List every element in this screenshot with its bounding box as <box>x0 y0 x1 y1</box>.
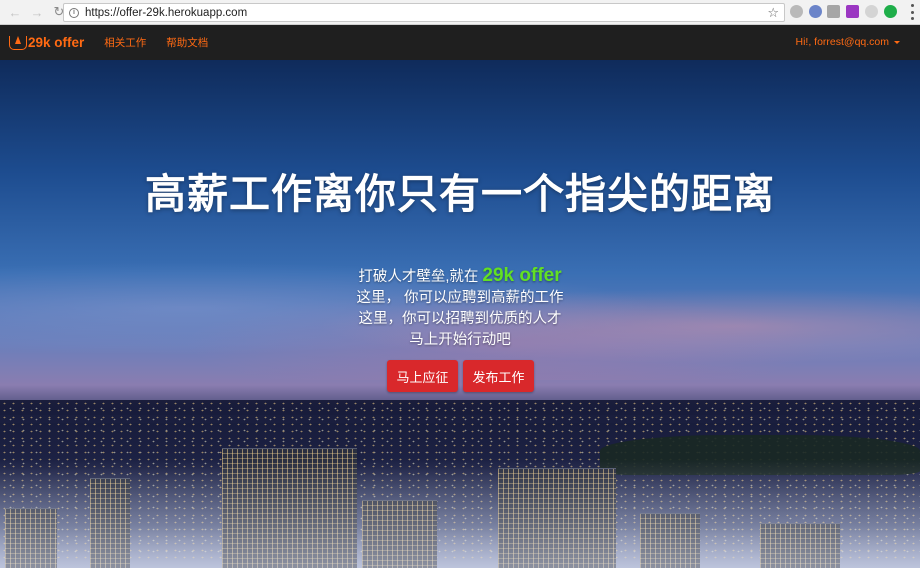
brand-name: 29k offer <box>28 35 85 50</box>
forward-arrow-icon[interactable]: → <box>28 3 46 21</box>
extension-icon[interactable] <box>809 5 822 18</box>
address-bar[interactable]: i https://offer-29k.herokuapp.com ☆ <box>63 3 785 22</box>
logo-icon <box>9 35 27 50</box>
extension-icon[interactable] <box>790 5 803 18</box>
nav-link-related-jobs[interactable]: 相关工作 <box>104 35 146 50</box>
back-arrow-icon[interactable]: ← <box>6 3 24 21</box>
hero-brand-accent: 29k offer <box>482 265 562 286</box>
post-job-button[interactable]: 发布工作 <box>463 360 534 392</box>
brand-logo[interactable]: 29k offer <box>9 35 84 50</box>
hero-section: 高薪工作离你只有一个指尖的距离 打破人才壁垒,就在 29k offer 这里， … <box>0 60 920 568</box>
browser-toolbar: ← → ↻ i https://offer-29k.herokuapp.com … <box>0 0 920 25</box>
user-menu[interactable]: Hi!, forrest@qq.com <box>795 36 900 48</box>
hero-line-3: 这里，你可以招聘到优质的人才 <box>358 311 562 327</box>
chevron-down-icon <box>894 40 900 44</box>
hero-line-1-text: 打破人才壁垒,就在 <box>358 269 479 285</box>
hero-line-1: 打破人才壁垒,就在 29k offer <box>0 265 920 288</box>
extension-icon[interactable] <box>865 5 878 18</box>
user-email: Hi!, forrest@qq.com <box>795 36 889 48</box>
address-url[interactable]: https://offer-29k.herokuapp.com <box>85 7 247 19</box>
hero-title: 高薪工作离你只有一个指尖的距离 <box>145 171 775 217</box>
star-icon[interactable]: ☆ <box>767 5 779 21</box>
site-navbar: 29k offer 相关工作 帮助文档 Hi!, forrest@qq.com <box>0 25 920 60</box>
hero-tagline: 打破人才壁垒,就在 29k offer 这里， 你可以应聘到高薪的工作 这里，你… <box>0 265 920 351</box>
hero-line-4: 马上开始行动吧 <box>409 332 511 348</box>
extension-icon[interactable] <box>827 5 840 18</box>
nav-link-help-docs[interactable]: 帮助文档 <box>166 35 208 50</box>
hero-line-2: 这里， 你可以应聘到高薪的工作 <box>356 290 564 306</box>
apply-now-button[interactable]: 马上应征 <box>387 360 458 392</box>
extension-icon[interactable] <box>846 5 859 18</box>
hero-fade <box>0 460 920 568</box>
menu-dots-icon[interactable] <box>910 4 914 20</box>
extension-icon[interactable] <box>884 5 897 18</box>
info-icon[interactable]: i <box>69 7 79 18</box>
